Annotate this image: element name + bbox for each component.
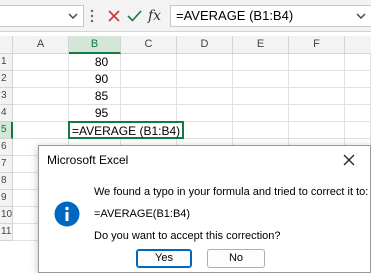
- empty-cell[interactable]: [233, 105, 289, 122]
- chevron-down-icon[interactable]: [66, 9, 80, 23]
- empty-cell[interactable]: [177, 54, 233, 71]
- empty-cell[interactable]: [345, 105, 371, 122]
- empty-cell[interactable]: [13, 88, 69, 105]
- close-icon[interactable]: [341, 152, 357, 168]
- enter-checkmark-icon[interactable]: [127, 9, 142, 23]
- no-button[interactable]: No: [207, 249, 265, 268]
- column-header-c[interactable]: C: [121, 36, 177, 53]
- empty-cell[interactable]: [13, 54, 69, 71]
- empty-cell[interactable]: [13, 71, 69, 88]
- yes-button[interactable]: Yes: [136, 249, 192, 268]
- column-headers: A B C D E F: [0, 36, 371, 54]
- empty-cell[interactable]: [177, 105, 233, 122]
- column-header-b[interactable]: B: [69, 36, 121, 54]
- column-header-a[interactable]: A: [13, 36, 69, 53]
- more-options-icon[interactable]: [90, 9, 94, 23]
- row-header-10[interactable]: 10: [0, 207, 13, 224]
- empty-cell[interactable]: [233, 54, 289, 71]
- empty-cell[interactable]: [121, 88, 177, 105]
- cell-b3[interactable]: 85: [69, 88, 121, 105]
- dialog-message: We found a typo in your formula and trie…: [94, 186, 369, 198]
- empty-cell[interactable]: [289, 105, 345, 122]
- column-header-g[interactable]: [345, 36, 371, 53]
- row-header-2[interactable]: 2: [0, 71, 13, 88]
- empty-cell[interactable]: [345, 54, 371, 71]
- row-header-8[interactable]: 8: [0, 173, 13, 190]
- row-header-6[interactable]: 6: [0, 139, 13, 156]
- dialog-title: Microsoft Excel: [47, 153, 129, 167]
- empty-cell[interactable]: [289, 54, 345, 71]
- cancel-icon[interactable]: [107, 9, 121, 23]
- empty-cell[interactable]: [345, 71, 371, 88]
- empty-cell[interactable]: [233, 88, 289, 105]
- empty-cell[interactable]: [289, 71, 345, 88]
- empty-cell[interactable]: [177, 71, 233, 88]
- empty-cell[interactable]: [289, 88, 345, 105]
- empty-cell[interactable]: [121, 105, 177, 122]
- empty-cell[interactable]: [233, 71, 289, 88]
- cell-b4[interactable]: 95: [69, 105, 121, 122]
- row-header-7[interactable]: 7: [0, 156, 13, 173]
- corrected-formula: =AVERAGE(B1:B4): [94, 208, 191, 220]
- cell-b2[interactable]: 90: [69, 71, 121, 88]
- expand-formula-bar-icon[interactable]: [355, 10, 367, 22]
- empty-cell[interactable]: [345, 122, 371, 139]
- column-header-d[interactable]: D: [177, 36, 233, 53]
- select-all-corner[interactable]: [0, 36, 13, 53]
- row-header-3[interactable]: 3: [0, 88, 13, 105]
- dialog-question: Do you want to accept this correction?: [94, 230, 281, 242]
- name-box[interactable]: [0, 5, 84, 27]
- formula-input[interactable]: =AVERAGE (B1:B4): [170, 5, 371, 27]
- row-header-1[interactable]: 1: [0, 54, 13, 71]
- active-cell-b5[interactable]: =AVERAGE (B1:B4): [68, 121, 185, 139]
- column-header-f[interactable]: F: [289, 36, 345, 53]
- row-header-11[interactable]: 11: [0, 224, 13, 241]
- empty-cell[interactable]: [13, 122, 69, 139]
- empty-cell[interactable]: [13, 105, 69, 122]
- row-header-4[interactable]: 4: [0, 105, 13, 122]
- empty-cell[interactable]: [289, 122, 345, 139]
- row-header-5[interactable]: 5: [0, 122, 13, 139]
- empty-cell[interactable]: [121, 54, 177, 71]
- cell-b1[interactable]: 80: [69, 54, 121, 71]
- autocorrect-dialog: Microsoft Excel We found a typo in your …: [38, 145, 371, 273]
- empty-cell[interactable]: [233, 122, 289, 139]
- empty-cell[interactable]: [121, 71, 177, 88]
- column-header-e[interactable]: E: [233, 36, 289, 53]
- insert-function-button[interactable]: fx: [148, 6, 164, 26]
- empty-cell[interactable]: [177, 122, 233, 139]
- formula-bar: fx =AVERAGE (B1:B4): [0, 0, 371, 32]
- empty-cell[interactable]: [345, 88, 371, 105]
- empty-cell[interactable]: [177, 88, 233, 105]
- row-header-9[interactable]: 9: [0, 190, 13, 207]
- info-icon: [54, 201, 80, 227]
